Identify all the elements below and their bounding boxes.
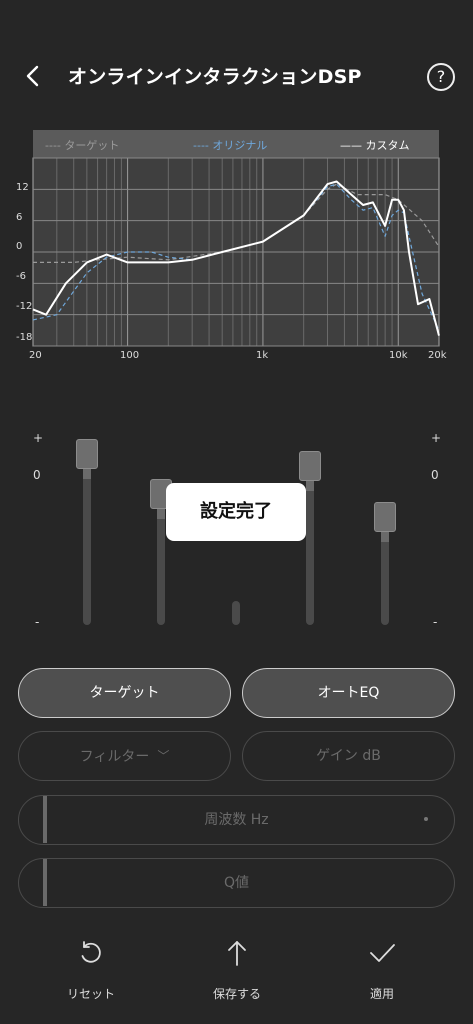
save-label: 保存する (212, 987, 261, 1001)
checkmark-icon (370, 944, 395, 962)
eq-track-3[interactable] (232, 601, 240, 625)
target-button[interactable]: ターゲット (18, 668, 231, 718)
left-plus-label: + (33, 431, 44, 445)
back-arrow-icon[interactable] (22, 64, 46, 88)
left-zero-label: 0 (33, 468, 41, 482)
apply-button[interactable]: 適用 (332, 938, 432, 1002)
y-tick-12: 12 (16, 182, 29, 193)
frequency-response-chart: ---- ターゲット ---- オリジナル —— カスタム 12 6 0 -6 … (0, 128, 473, 373)
chevron-down-icon: ﹀ (157, 749, 170, 763)
x-tick-20k: 20k (428, 350, 447, 361)
save-button[interactable]: 保存する (187, 938, 287, 1002)
y-tick-neg18: -18 (16, 332, 33, 343)
frequency-slider[interactable]: 周波数 Hz (18, 795, 455, 845)
q-slider[interactable]: Q値 (18, 858, 455, 908)
x-tick-20: 20 (29, 350, 42, 361)
eq-thumb-5[interactable] (374, 501, 396, 532)
y-tick-neg6: -6 (16, 271, 26, 282)
q-label: Q値 (223, 875, 250, 891)
left-minus-label: - (35, 615, 40, 629)
x-tick-10k: 10k (389, 350, 408, 361)
gain-field[interactable]: ゲイン dB (242, 731, 455, 781)
frequency-dot (424, 817, 428, 821)
filter-dropdown[interactable]: フィルター ﹀ (18, 731, 231, 781)
page-title: オンラインインタラクションDSP (68, 66, 362, 88)
upload-arrow-icon (228, 941, 246, 966)
y-tick-0: 0 (16, 241, 23, 252)
help-icon[interactable]: ? (427, 63, 455, 91)
right-plus-label: + (431, 431, 442, 445)
filter-label: フィルター (79, 749, 150, 765)
reset-button[interactable]: リセット (41, 938, 141, 1002)
apply-label: 適用 (369, 987, 394, 1001)
q-slider-handle[interactable] (43, 859, 47, 906)
x-tick-100: 100 (120, 350, 140, 361)
right-minus-label: - (433, 615, 438, 629)
auto-eq-button[interactable]: オートEQ (242, 668, 455, 718)
eq-thumb-1[interactable] (76, 438, 98, 469)
frequency-label: 周波数 Hz (204, 812, 269, 828)
x-tick-1k: 1k (256, 350, 269, 361)
right-zero-label: 0 (431, 468, 439, 482)
chart-plot-area (32, 157, 440, 347)
reset-icon (81, 941, 101, 963)
y-tick-neg12: -12 (16, 301, 33, 312)
frequency-slider-handle[interactable] (43, 796, 47, 843)
toast-message: 設定完了 (166, 483, 306, 541)
header: オンラインインタラクションDSP ? (0, 52, 473, 100)
reset-label: リセット (66, 987, 115, 1001)
eq-thumb-4[interactable] (299, 450, 321, 481)
y-tick-6: 6 (16, 212, 23, 223)
